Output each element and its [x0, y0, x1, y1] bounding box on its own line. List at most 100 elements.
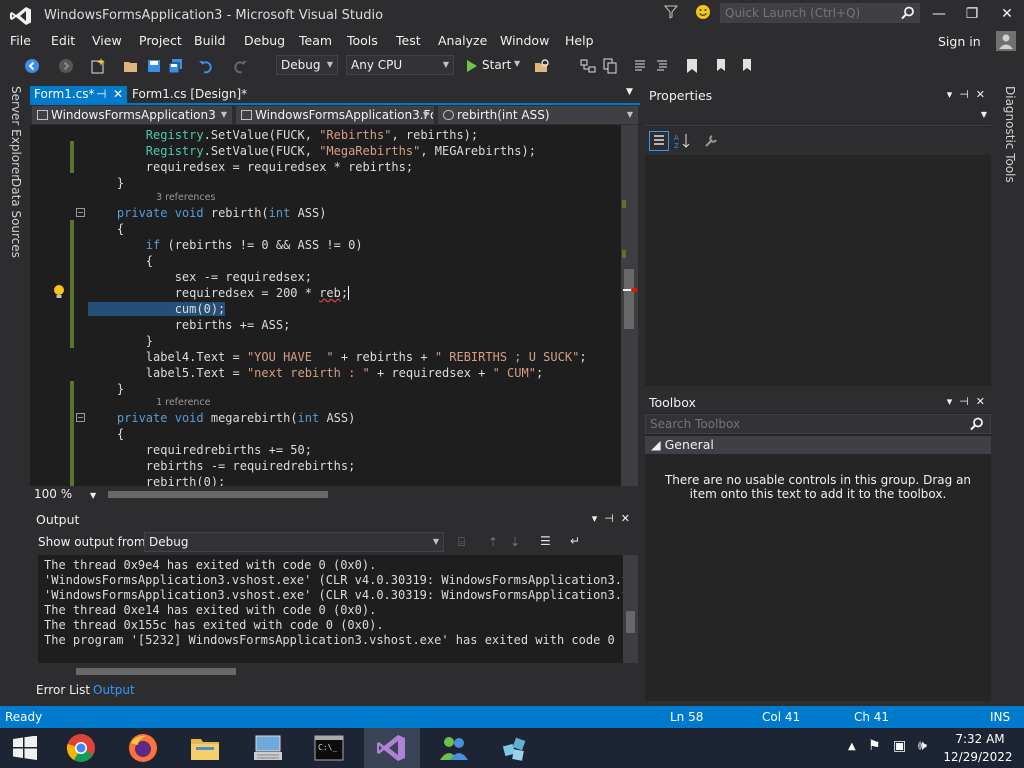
taskbar-clock-date[interactable]: 12/29/2022: [942, 750, 1014, 764]
find-message-icon[interactable]: ⌸: [458, 535, 465, 550]
collapse-toggle-icon[interactable]: −: [76, 413, 85, 422]
scroll-thumb[interactable]: [624, 269, 634, 329]
navigate-forward-icon[interactable]: [58, 58, 74, 74]
taskbar-package-app[interactable]: [488, 728, 544, 768]
toolbox-group-general[interactable]: ◢ General: [645, 436, 991, 454]
sign-in-link[interactable]: Sign in: [938, 34, 981, 49]
prev-bookmark-icon[interactable]: [712, 58, 728, 74]
taskbar-keyboard-app[interactable]: [240, 728, 296, 768]
code-editor[interactable]: − − Registry.SetValue(FUCK, "Rebirths", …: [30, 125, 621, 486]
undo-icon[interactable]: [198, 58, 214, 74]
search-icon[interactable]: [901, 6, 915, 20]
menu-edit[interactable]: Edit: [51, 33, 75, 48]
taskbar-clock-time[interactable]: 7:32 AM: [950, 732, 1010, 746]
editor-horizontal-scrollbar[interactable]: [30, 486, 640, 503]
close-button[interactable]: ✕: [992, 4, 1022, 24]
collapse-toggle-icon[interactable]: −: [76, 208, 85, 217]
account-avatar-icon[interactable]: [996, 31, 1016, 51]
minimize-button[interactable]: —: [924, 4, 954, 24]
start-button[interactable]: [0, 728, 56, 768]
menu-help[interactable]: Help: [565, 33, 594, 48]
quick-launch-input[interactable]: [721, 4, 897, 22]
toolbox-search-box[interactable]: [645, 414, 991, 434]
quick-launch-box[interactable]: [720, 3, 920, 23]
navigate-back-icon[interactable]: [24, 58, 40, 74]
comment-lines-icon[interactable]: [632, 58, 648, 74]
panel-window-controls[interactable]: ▾ ⊣ ✕: [947, 395, 985, 408]
output-source-select[interactable]: Debug ▼: [144, 532, 444, 552]
notification-filter-icon[interactable]: [664, 5, 678, 19]
new-project-icon[interactable]: [90, 58, 106, 74]
scroll-thumb[interactable]: [108, 491, 328, 498]
panel-window-controls[interactable]: ▾ ⊣ ✕: [947, 88, 985, 101]
show-hidden-icons-chevron-icon[interactable]: ▲: [848, 741, 856, 752]
solution-configuration-select[interactable]: Debug ▼: [276, 55, 338, 75]
taskbar-visual-studio[interactable]: [364, 728, 420, 768]
menu-tools[interactable]: Tools: [347, 33, 378, 48]
data-sources-tab[interactable]: Data Sources: [9, 178, 23, 258]
tab-error-list[interactable]: Error List: [36, 683, 90, 697]
volume-icon[interactable]: 🕪: [918, 738, 927, 754]
class-dropdown[interactable]: WindowsFormsApplication3.Fo ▼: [236, 106, 434, 124]
solution-explorer-icon[interactable]: [580, 58, 596, 74]
categorized-icon[interactable]: [649, 131, 669, 151]
find-in-files-icon[interactable]: [534, 58, 550, 74]
redo-icon[interactable]: [232, 58, 248, 74]
class-view-icon[interactable]: [602, 58, 618, 74]
zoom-level-select[interactable]: 100 % ▼: [34, 487, 96, 501]
menu-project[interactable]: Project: [139, 33, 182, 48]
start-debugging-button[interactable]: Start ▼: [464, 57, 528, 75]
property-pages-wrench-icon[interactable]: [703, 133, 719, 149]
save-all-icon[interactable]: [168, 58, 184, 74]
code-lens-references[interactable]: 1 reference: [144, 397, 210, 408]
output-horizontal-scrollbar[interactable]: [38, 663, 623, 679]
tab-overflow-chevron-icon[interactable]: ▼: [626, 87, 633, 97]
word-wrap-icon[interactable]: ↵: [570, 534, 580, 548]
tab-form1-cs[interactable]: Form1.cs* ⊣ ✕: [30, 86, 127, 103]
menu-debug[interactable]: Debug: [244, 33, 285, 48]
action-center-flag-icon[interactable]: ⚑: [868, 738, 881, 754]
scroll-thumb[interactable]: [626, 611, 635, 633]
taskbar-network-app[interactable]: [426, 728, 482, 768]
lightbulb-icon[interactable]: [52, 284, 66, 300]
clear-all-icon[interactable]: ☰: [540, 534, 551, 548]
project-dropdown[interactable]: WindowsFormsApplication3 ▼: [32, 106, 232, 124]
toolbox-search-input[interactable]: [646, 415, 956, 433]
bookmark-icon[interactable]: [684, 58, 700, 74]
scroll-thumb[interactable]: [76, 668, 236, 675]
member-dropdown[interactable]: rebirth(int ASS) ▼: [438, 106, 638, 124]
editor-vertical-scrollbar[interactable]: [621, 125, 638, 486]
pin-icon[interactable]: ⊣: [96, 86, 106, 103]
menu-file[interactable]: File: [10, 33, 31, 48]
tab-output[interactable]: Output: [93, 683, 135, 697]
maximize-button[interactable]: ❐: [957, 4, 987, 24]
next-message-icon[interactable]: ⇣: [510, 535, 520, 549]
output-vertical-scrollbar[interactable]: [623, 555, 638, 663]
panel-window-controls[interactable]: ▾ ⊣ ✕: [592, 512, 630, 525]
output-text-area[interactable]: The thread 0x9e4 has exited with code 0 …: [38, 555, 623, 663]
menu-analyze[interactable]: Analyze: [438, 33, 487, 48]
properties-object-select[interactable]: ▼: [645, 106, 991, 126]
taskbar-file-explorer[interactable]: [178, 728, 234, 768]
network-icon[interactable]: ▣: [893, 738, 906, 754]
prev-message-icon[interactable]: ⇡: [488, 535, 498, 549]
taskbar-command-prompt[interactable]: C:\_: [302, 728, 358, 768]
feedback-smiley-icon[interactable]: [695, 4, 711, 20]
tab-form1-design[interactable]: Form1.cs [Design]*: [128, 86, 258, 103]
menu-build[interactable]: Build: [194, 33, 225, 48]
solution-platform-select[interactable]: Any CPU ▼: [346, 55, 454, 75]
menu-window[interactable]: Window: [500, 33, 549, 48]
visual-studio-logo-icon[interactable]: [10, 6, 32, 26]
save-icon[interactable]: [146, 58, 162, 74]
uncomment-lines-icon[interactable]: [654, 58, 670, 74]
taskbar-firefox[interactable]: [116, 728, 172, 768]
search-icon[interactable]: [970, 417, 984, 431]
server-explorer-tab[interactable]: Server Explorer: [9, 86, 23, 179]
alphabetical-sort-icon[interactable]: AZ: [673, 132, 691, 150]
diagnostic-tools-tab[interactable]: Diagnostic Tools: [1003, 86, 1017, 183]
close-tab-icon[interactable]: ✕: [113, 86, 123, 103]
taskbar-chrome[interactable]: [54, 728, 110, 768]
menu-team[interactable]: Team: [299, 33, 332, 48]
code-lens-references[interactable]: 3 references: [144, 192, 215, 203]
open-file-icon[interactable]: [123, 58, 139, 74]
